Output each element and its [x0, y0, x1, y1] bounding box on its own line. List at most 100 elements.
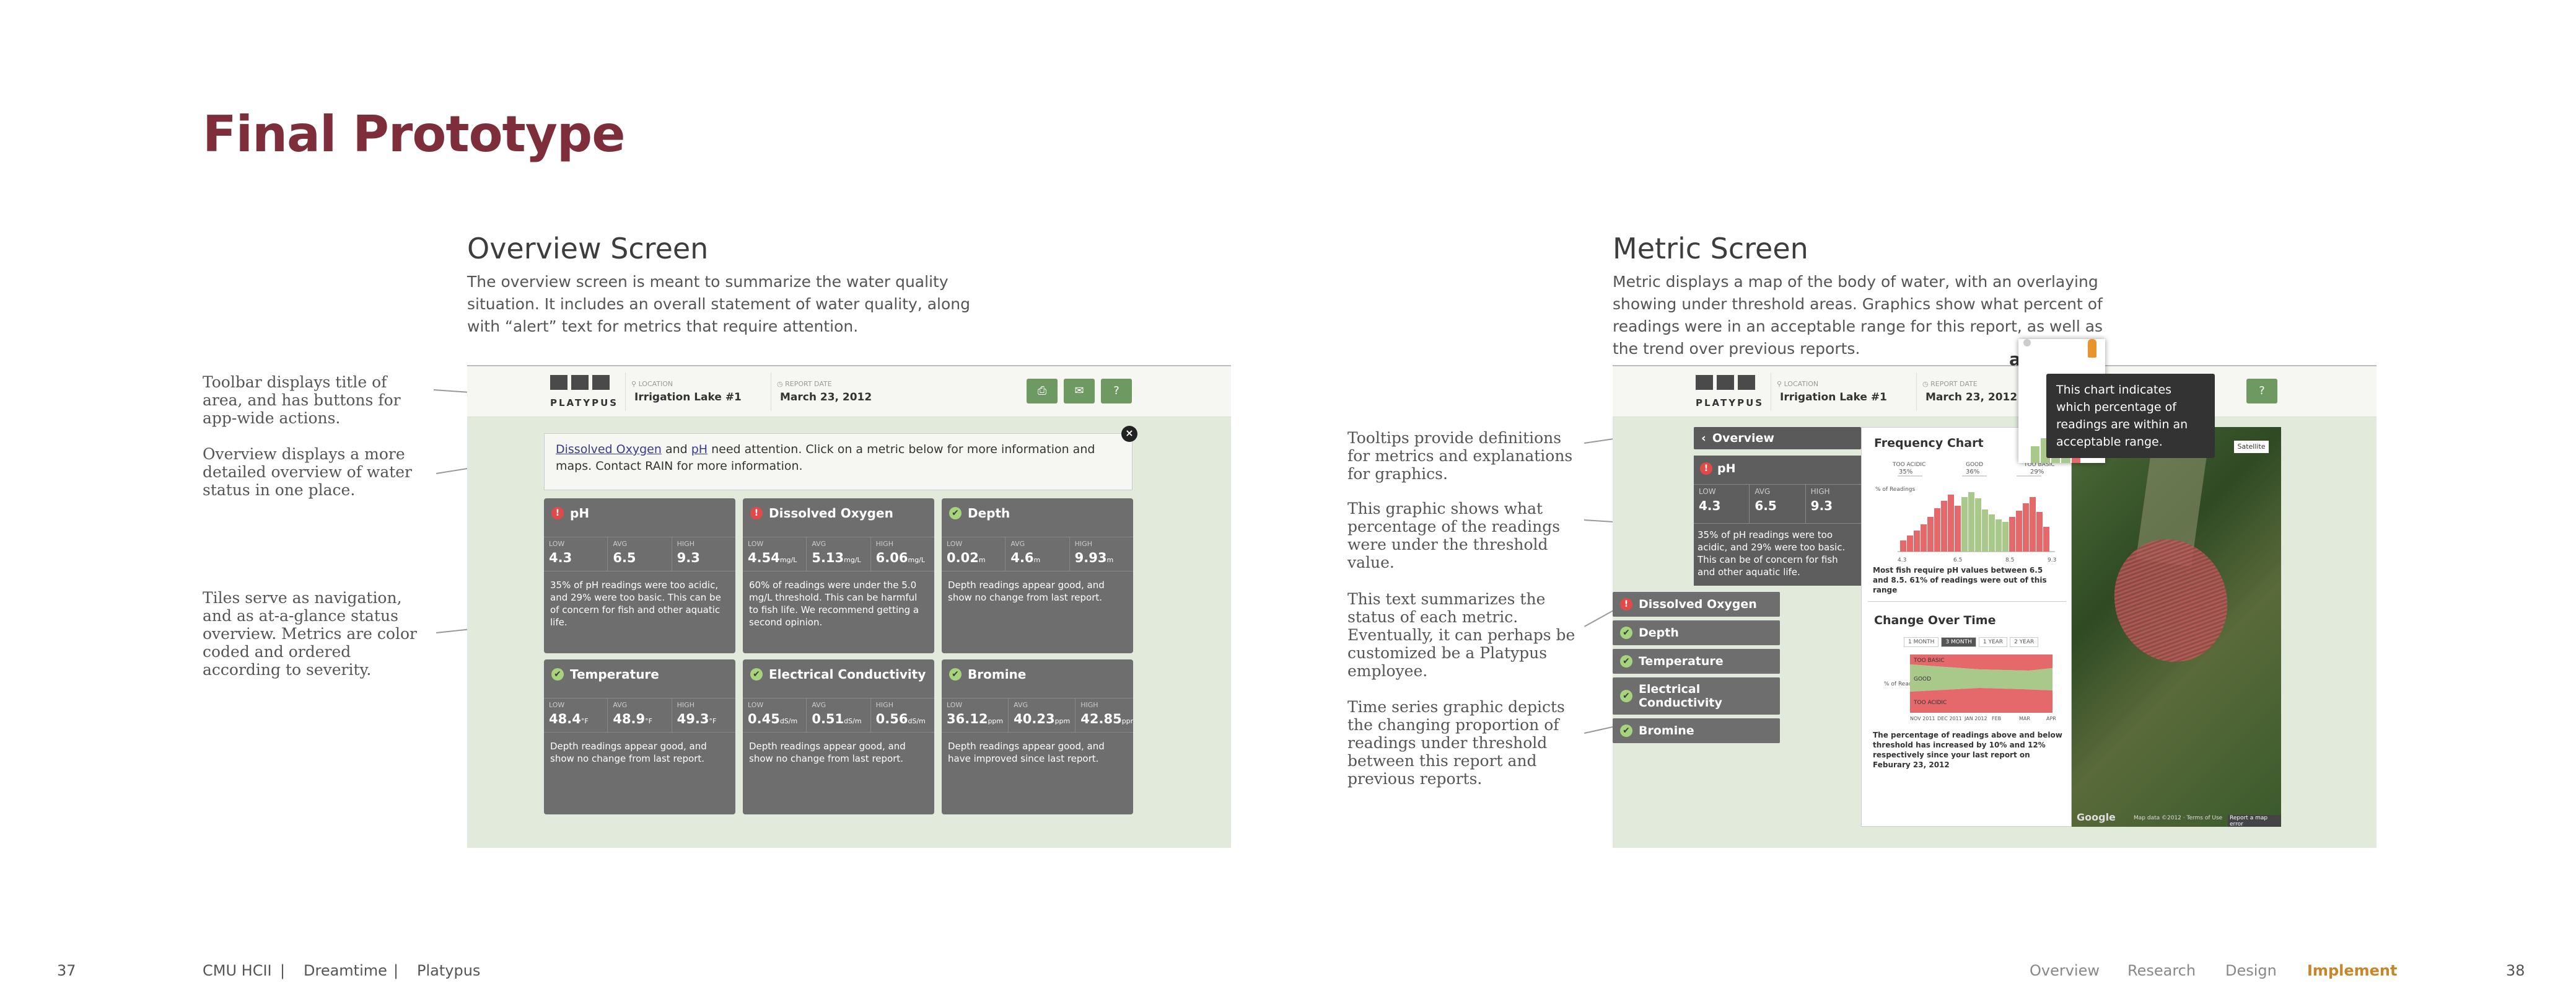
- stat-label: AVG: [1755, 487, 1771, 496]
- metric-tile[interactable]: ! pH LOW 4.3 AVG 6.5 HIGH 9.3 35% of pH readings…: [544, 498, 735, 653]
- change-over-time-title: Change Over Time: [1874, 614, 1996, 627]
- metric-tile[interactable]: ✔ Temperature LOW 48.4°F AVG 48.9°F HIGH 49.3°F…: [544, 659, 735, 814]
- sidebar-item-label: Bromine: [1639, 724, 1694, 738]
- sidebar-metric-item[interactable]: ! Dissolved Oxygen: [1613, 592, 1780, 617]
- histogram-bar: [2043, 527, 2049, 552]
- annotation-overview: Overview displays a more detailed overvi…: [203, 445, 413, 499]
- sidebar-metric-item[interactable]: ✔ Temperature: [1613, 649, 1780, 674]
- tile-name: Depth: [968, 506, 1010, 521]
- pegman-icon[interactable]: [2088, 339, 2096, 358]
- stat-value: 0.51dS/m: [812, 712, 862, 726]
- stat-label: AVG: [1010, 540, 1025, 548]
- chevron-left-icon: ‹: [1701, 431, 1706, 445]
- ph-link[interactable]: pH: [691, 443, 708, 456]
- map-type-button[interactable]: Satellite: [2234, 441, 2269, 453]
- range-button[interactable]: 2 YEAR: [2010, 637, 2039, 647]
- google-logo: Google: [2077, 811, 2116, 823]
- sidebar-metric-item[interactable]: ✔ Electrical Conductivity: [1613, 677, 1780, 715]
- satellite-map[interactable]: Satellite Google Map data ©2012 · Terms …: [2072, 427, 2281, 827]
- frequency-tooltip: This chart indicates which percentage of…: [2046, 374, 2215, 458]
- metric-tile[interactable]: ✔ Bromine LOW 36.12ppm AVG 40.23ppm HIGH 42.85p…: [942, 659, 1133, 814]
- stat-value: 49.3°F: [677, 712, 717, 726]
- sidebar-item-label: Electrical Conductivity: [1639, 682, 1722, 710]
- tile-description: Depth readings appear good, and show no …: [749, 741, 906, 764]
- stat-value: 42.85ppm: [1080, 712, 1133, 726]
- month-tick: JAN 2012: [1964, 716, 1987, 721]
- email-button[interactable]: ✉: [1064, 379, 1095, 403]
- help-button[interactable]: ?: [2246, 379, 2277, 403]
- check-icon: ✔: [1620, 627, 1632, 639]
- tile-stats: LOW 4.54mg/L AVG 5.13mg/L HIGH 6.06mg/L: [743, 537, 934, 571]
- check-icon: ✔: [949, 668, 962, 681]
- histogram-bar: [2023, 503, 2029, 552]
- ph-panel[interactable]: ! pH LOW 4.3 AVG 6.5 HIGH 9.3 35% of pH rea…: [1694, 456, 1861, 586]
- platypus-logo: [550, 375, 610, 390]
- stat-label: HIGH: [1080, 701, 1098, 709]
- nav-research[interactable]: Research: [2127, 962, 2196, 979]
- band-label: TOO ACIDIC: [1913, 700, 1947, 706]
- close-icon: ×: [1125, 427, 1134, 439]
- footer-separator: |: [280, 962, 286, 979]
- map-terms[interactable]: Map data ©2012 · Terms of Use: [2134, 815, 2222, 821]
- month-tick: FEB: [1992, 716, 2001, 721]
- tile-name: Electrical Conductivity: [769, 667, 926, 682]
- nav-overview[interactable]: Overview: [2030, 962, 2100, 979]
- footer-separator: |: [393, 962, 399, 979]
- help-icon: ?: [1113, 384, 1119, 397]
- tile-title: ✔ Electrical Conductivity: [750, 667, 926, 682]
- annotation-tooltips: Tooltips provide definitions for metrics…: [1347, 429, 1573, 483]
- print-button[interactable]: ⎙: [1027, 379, 1058, 403]
- help-button[interactable]: ?: [1101, 379, 1132, 403]
- overview-screen-mockup: PLATYPUS ⚲ LOCATION Irrigation Lake #1 ◷…: [467, 365, 1231, 848]
- range-button[interactable]: 1 YEAR: [1978, 637, 2008, 647]
- x-tick: 6.5: [1953, 557, 1962, 563]
- tile-name: pH: [570, 506, 590, 521]
- range-button[interactable]: 1 MONTH: [1904, 637, 1939, 647]
- check-icon: ✔: [1620, 690, 1632, 702]
- histogram-bar: [2016, 511, 2022, 552]
- stat-label: AVG: [1014, 701, 1028, 709]
- high-stat: HIGH 9.3: [672, 537, 735, 571]
- ph-avg-stat: AVG 6.5: [1750, 485, 1806, 523]
- print-icon: ⎙: [1037, 384, 1047, 397]
- tile-stats: LOW 48.4°F AVG 48.9°F HIGH 49.3°F: [544, 698, 735, 733]
- histogram-bar: [2036, 512, 2043, 552]
- band-label: TOO BASIC: [1913, 658, 1945, 664]
- close-alert-button[interactable]: ×: [1121, 426, 1137, 442]
- histogram-bar: [1948, 495, 1954, 552]
- too-acidic-pct: 35%: [1899, 469, 1912, 475]
- email-icon: ✉: [1074, 384, 1084, 397]
- brand-name: PLATYPUS: [1696, 397, 1764, 408]
- tile-name: Dissolved Oxygen: [769, 506, 893, 521]
- sidebar-metric-item[interactable]: ✔ Bromine: [1613, 718, 1780, 743]
- stat-value: 4.6m: [1010, 550, 1041, 565]
- low-stat: LOW 36.12ppm: [942, 699, 1009, 732]
- stat-value: 4.54mg/L: [748, 550, 797, 565]
- report-map-error[interactable]: Report a map error: [2228, 815, 2281, 827]
- x-tick: 8.5: [2005, 557, 2014, 563]
- good-pct: 36%: [1966, 469, 1979, 475]
- chart-pane: Frequency Chart % of Readings TOO ACIDIC…: [1861, 427, 2072, 827]
- check-icon: ✔: [949, 507, 962, 519]
- tile-stats: LOW 0.02m AVG 4.6m HIGH 9.93m: [942, 537, 1133, 571]
- too-acidic-label: TOO ACIDIC: [1892, 462, 1925, 468]
- dissolved-oxygen-link[interactable]: Dissolved Oxygen: [556, 443, 662, 456]
- sidebar-metric-item[interactable]: ✔ Depth: [1613, 620, 1780, 645]
- metric-tile[interactable]: ! Dissolved Oxygen LOW 4.54mg/L AVG 5.13mg/L H…: [743, 498, 934, 653]
- change-caption: The percentage of readings above and bel…: [1873, 731, 2062, 769]
- footer-org: CMU HCII: [203, 962, 272, 979]
- back-to-overview[interactable]: ‹ Overview: [1694, 427, 1861, 449]
- stat-label: LOW: [549, 540, 565, 548]
- date-label: ◷ REPORT DATE: [1922, 380, 1978, 388]
- check-icon: ✔: [1620, 655, 1632, 668]
- range-button[interactable]: 3 MONTH: [1941, 637, 1976, 647]
- nav-design[interactable]: Design: [2225, 962, 2277, 979]
- histogram-bar: [1989, 514, 1995, 552]
- nav-implement[interactable]: Implement: [2307, 962, 2397, 979]
- histogram-bar: [1961, 497, 1968, 552]
- metric-tile[interactable]: ✔ Depth LOW 0.02m AVG 4.6m HIGH 9.93m Depth read…: [942, 498, 1133, 653]
- sidebar-item-label: Temperature: [1639, 654, 1724, 668]
- metric-tile[interactable]: ✔ Electrical Conductivity LOW 0.45dS/m AVG 0.…: [743, 659, 934, 814]
- tile-title: ✔ Temperature: [551, 667, 659, 682]
- low-stat: LOW 0.45dS/m: [743, 699, 807, 732]
